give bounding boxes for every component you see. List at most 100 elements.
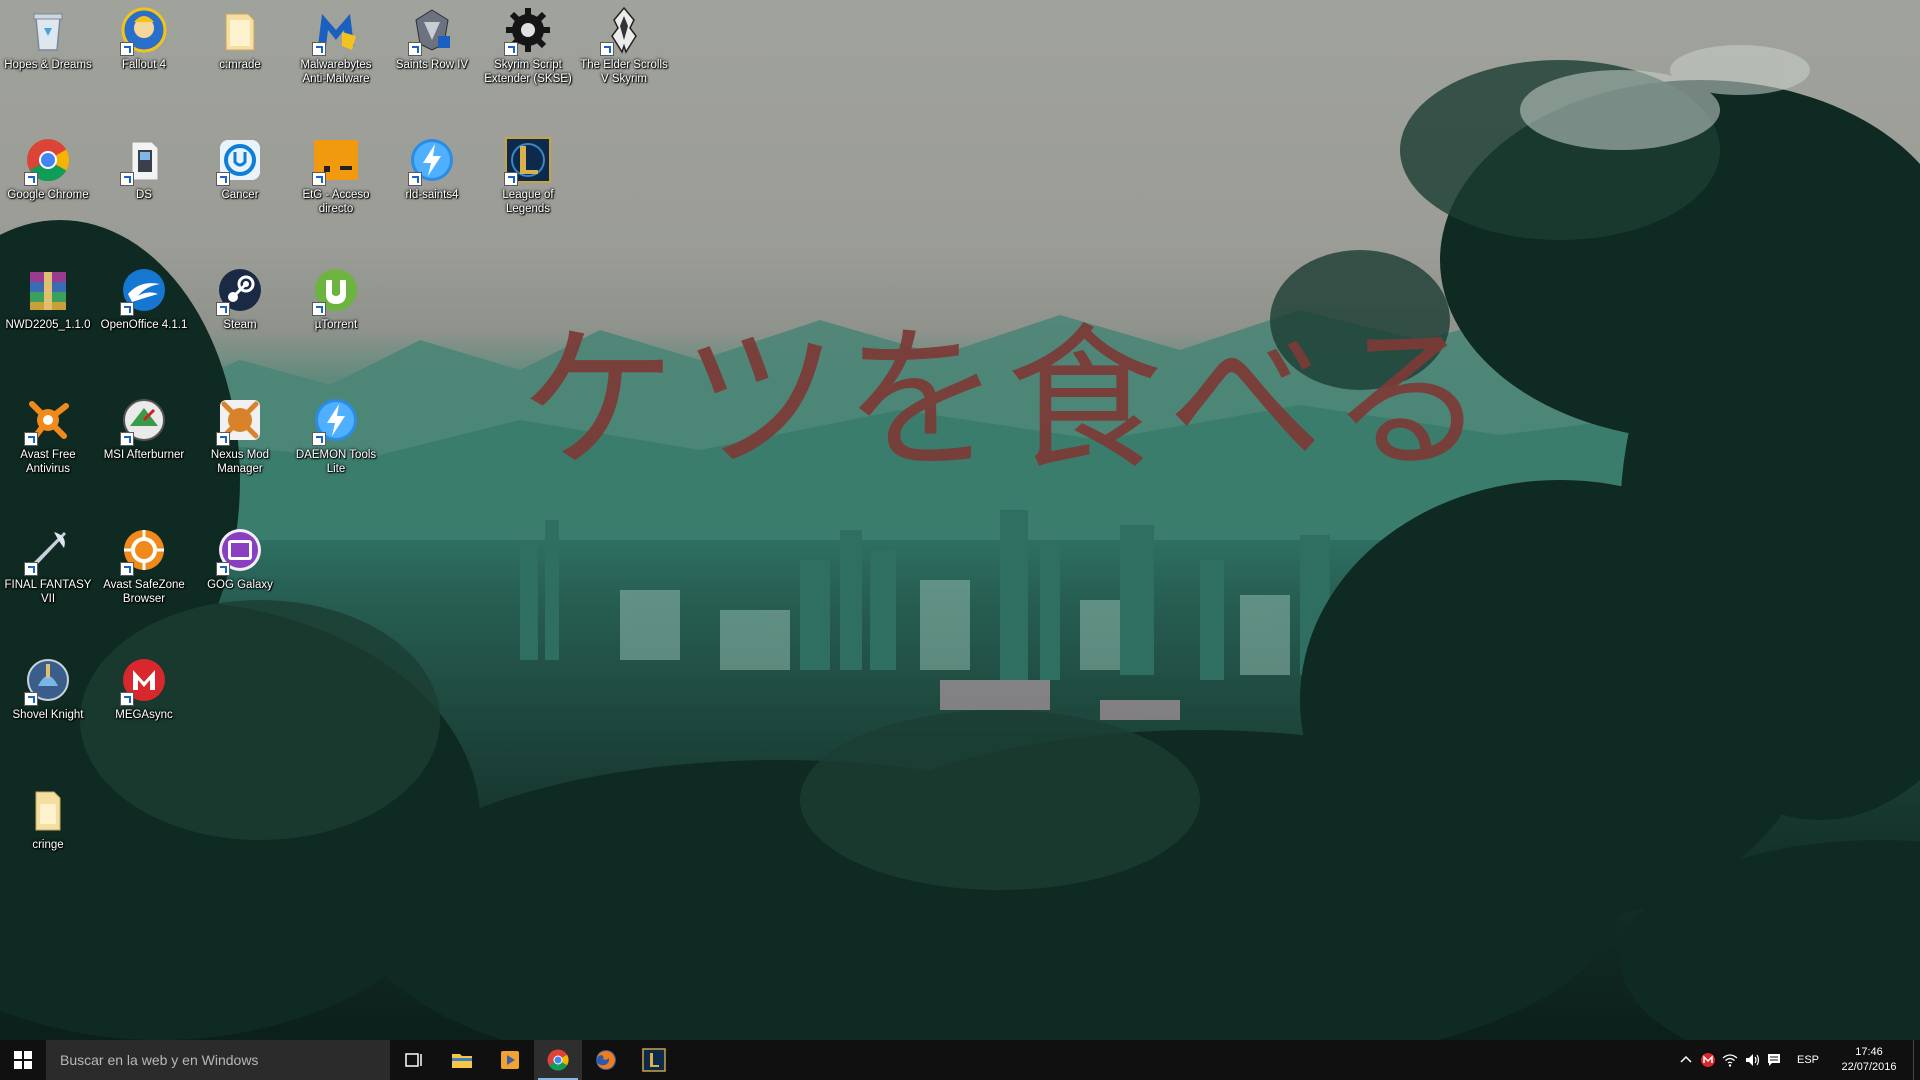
desktop-icon-openoffice[interactable]: OpenOffice 4.1.1: [98, 260, 190, 380]
megasync-tray-icon: [1700, 1053, 1715, 1067]
desktop-icon-msi-afterburner[interactable]: MSI Afterburner: [98, 390, 190, 510]
desktop-icon-label: c:mrade: [219, 59, 261, 71]
taskbar: Buscar en la web y en Windows ESP 17:46 …: [0, 1040, 1920, 1080]
daemon-tools-icon: [312, 396, 360, 446]
wallpaper-overlay-text: ケツを食べる: [520, 309, 1492, 491]
winrar-archive-icon: [24, 266, 72, 314]
desktop-icon-label: DS: [136, 189, 152, 201]
desktop-icon-utorrent[interactable]: µTorrent: [290, 260, 382, 380]
nexus-mod-manager-icon: [216, 396, 264, 446]
tray-notifications-button[interactable]: [1763, 1040, 1785, 1080]
search-box[interactable]: Buscar en la web y en Windows: [46, 1040, 390, 1080]
utorrent-icon: [312, 266, 360, 316]
desktop-icon-rld-saints4[interactable]: rld-saints4: [386, 130, 478, 250]
msi-afterburner-icon: [120, 396, 168, 446]
desktop-icon-label: Shovel Knight: [12, 709, 84, 721]
desktop-icon-label: OpenOffice 4.1.1: [100, 319, 188, 331]
desktop[interactable]: ケツを食べる Hopes & Dreams Fallout 4 c:mrade: [0, 0, 1920, 1040]
firefox-icon: [596, 1050, 616, 1070]
desktop-icon-label: Steam: [223, 319, 257, 331]
search-placeholder: Buscar en la web y en Windows: [60, 1052, 259, 1068]
league-taskbar-icon: [642, 1048, 666, 1072]
tray-overflow-button[interactable]: [1675, 1040, 1697, 1080]
league-taskbar-button[interactable]: [630, 1040, 678, 1080]
file-explorer-button[interactable]: [438, 1040, 486, 1080]
desktop-icon-label: EtG - Acceso directo: [302, 189, 370, 215]
desktop-icon-skse[interactable]: Skyrim Script Extender (SKSE): [482, 0, 574, 120]
ds-file-icon: [120, 136, 168, 186]
desktop-icon-cmrade[interactable]: c:mrade: [194, 0, 286, 120]
speaker-icon: [1745, 1054, 1760, 1066]
desktop-icon-nexus-mod-manager[interactable]: Nexus Mod Manager: [194, 390, 286, 510]
start-button[interactable]: [0, 1040, 46, 1080]
desktop-icon-label: The Elder Scrolls V Skyrim: [580, 59, 668, 85]
avast-safezone-icon: [120, 526, 168, 576]
tray-network-button[interactable]: [1719, 1040, 1741, 1080]
malwarebytes-icon: [312, 6, 360, 56]
task-view-button[interactable]: [390, 1040, 438, 1080]
desktop-icon-daemon-tools[interactable]: DAEMON Tools Lite: [290, 390, 382, 510]
desktop-icon-avast[interactable]: Avast Free Antivirus: [2, 390, 94, 510]
task-view-icon: [405, 1053, 422, 1067]
desktop-icon-saints-row-iv[interactable]: Saints Row IV: [386, 0, 478, 120]
desktop-icon-malwarebytes[interactable]: Malwarebytes Anti-Malware: [290, 0, 382, 120]
show-desktop-button[interactable]: [1913, 1040, 1920, 1080]
openoffice-icon: [120, 266, 168, 316]
desktop-icon-ds[interactable]: DS: [98, 130, 190, 250]
tray-megasync-button[interactable]: [1697, 1040, 1719, 1080]
desktop-icon-label: Cancer: [221, 189, 259, 201]
desktop-icon-label: DAEMON Tools Lite: [295, 449, 377, 475]
desktop-icon-label: Fallout 4: [121, 59, 167, 71]
desktop-icon-avast-safezone[interactable]: Avast SafeZone Browser: [98, 520, 190, 640]
daemon-lightning-icon: [408, 136, 456, 186]
final-fantasy-icon: [24, 526, 72, 576]
desktop-icon-hopes-dreams[interactable]: Hopes & Dreams: [2, 0, 94, 120]
shovel-knight-icon: [24, 656, 72, 706]
chevron-up-icon: [1680, 1055, 1692, 1063]
clock-time: 17:46: [1855, 1046, 1883, 1058]
fallout-vault-boy-icon: [120, 6, 168, 56]
folder-icon: [216, 6, 264, 54]
tray-clock[interactable]: 17:46 22/07/2016: [1831, 1045, 1907, 1075]
desktop-icon-label: cringe: [32, 839, 64, 851]
desktop-icon-final-fantasy-vii[interactable]: FINAL FANTASY VII: [2, 520, 94, 640]
action-center-icon: [1767, 1054, 1780, 1066]
media-player-icon: [501, 1051, 519, 1069]
desktop-icon-google-chrome[interactable]: Google Chrome: [2, 130, 94, 250]
windows-logo-icon: [14, 1051, 32, 1069]
firefox-button[interactable]: [582, 1040, 630, 1080]
tray-language[interactable]: ESP: [1785, 1054, 1831, 1066]
steam-icon: [216, 266, 264, 316]
desktop-icon-label: Avast Free Antivirus: [20, 449, 76, 475]
chrome-taskbar-icon: [547, 1049, 569, 1071]
clock-date: 22/07/2016: [1841, 1061, 1897, 1073]
desktop-icon-nwd2205[interactable]: NWD2205_1.1.0: [2, 260, 94, 380]
system-tray: ESP 17:46 22/07/2016: [1675, 1040, 1920, 1080]
megasync-icon: [120, 656, 168, 706]
desktop-icon-label: rld-saints4: [405, 189, 459, 201]
desktop-icon-league-of-legends[interactable]: League of Legends: [482, 130, 574, 250]
desktop-icon-label: NWD2205_1.1.0: [5, 319, 91, 331]
desktop-icon-megasync[interactable]: MEGAsync: [98, 650, 190, 770]
desktop-icon-cringe[interactable]: cringe: [2, 780, 94, 900]
desktop-icon-steam[interactable]: Steam: [194, 260, 286, 380]
desktop-icon-fallout-4[interactable]: Fallout 4: [98, 0, 190, 120]
desktop-icon-label: Saints Row IV: [395, 59, 469, 71]
desktop-icon-cancer[interactable]: Cancer: [194, 130, 286, 250]
league-of-legends-icon: [504, 136, 552, 186]
chrome-taskbar-button[interactable]: [534, 1040, 582, 1080]
desktop-icon-label: MSI Afterburner: [103, 449, 185, 461]
media-player-button[interactable]: [486, 1040, 534, 1080]
file-icon: [24, 786, 72, 834]
desktop-icon-label: League of Legends: [502, 189, 554, 215]
desktop-icon-gog-galaxy[interactable]: GOG Galaxy: [194, 520, 286, 640]
skse-gear-icon: [504, 6, 552, 56]
desktop-icon-shovel-knight[interactable]: Shovel Knight: [2, 650, 94, 770]
etg-icon: [312, 136, 360, 186]
tray-volume-button[interactable]: [1741, 1040, 1763, 1080]
chrome-icon: [24, 136, 72, 186]
desktop-icon-skyrim[interactable]: The Elder Scrolls V Skyrim: [578, 0, 670, 120]
desktop-icon-etg[interactable]: EtG - Acceso directo: [290, 130, 382, 250]
saints-row-icon: [408, 6, 456, 56]
recycle-bin-icon: [24, 6, 72, 54]
